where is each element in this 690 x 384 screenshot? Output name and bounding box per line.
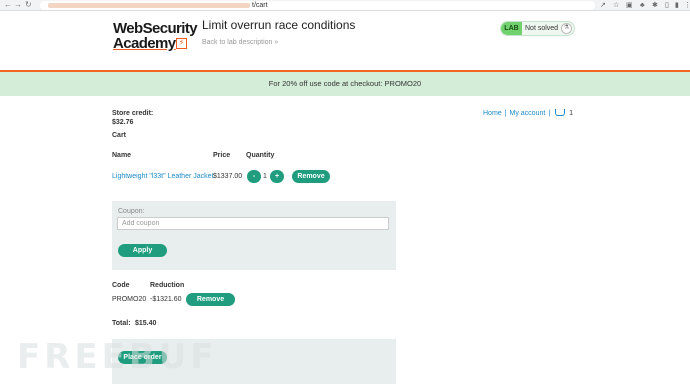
redacted-url xyxy=(48,3,250,8)
browser-toolbar: ← → ↻ t/cart ↗ ☆ ▣ ♣ ✱ ▯ ▮ ⋮ xyxy=(0,0,690,11)
promo-banner-text: For 20% off use code at checkout: PROMO2… xyxy=(268,79,422,88)
share-icon[interactable]: ↗ xyxy=(600,1,606,10)
my-account-link[interactable]: My account xyxy=(510,110,546,117)
top-navigation: Home | My account | 1 xyxy=(483,109,573,117)
decrease-quantity-button[interactable]: - xyxy=(247,170,261,183)
product-price: $1337.00 xyxy=(213,173,243,180)
cart-icon[interactable] xyxy=(555,109,566,116)
nav-separator: | xyxy=(548,110,551,117)
column-reduction: Reduction xyxy=(150,282,185,289)
lab-title: Limit overrun race conditions xyxy=(202,18,356,32)
coupon-code: PROMO20 xyxy=(112,296,147,303)
increase-quantity-button[interactable]: + xyxy=(270,170,284,183)
home-link[interactable]: Home xyxy=(483,110,502,117)
lab-tag: LAB xyxy=(501,22,522,35)
remove-item-button[interactable]: Remove xyxy=(292,170,330,183)
product-quantity: 1 xyxy=(263,173,267,180)
cart-heading: Cart xyxy=(112,132,127,139)
column-price: Price xyxy=(213,152,231,159)
extension-star-icon[interactable]: ✱ xyxy=(652,1,658,10)
puzzle-icon[interactable]: ♣ xyxy=(640,1,645,10)
coupon-input[interactable] xyxy=(117,217,389,230)
product-link[interactable]: Lightweight "l33t" Leather Jacket xyxy=(112,173,213,180)
web-security-academy-logo[interactable]: WebSecurity Academy ⚡ xyxy=(113,21,198,51)
back-arrow-icon[interactable]: ← xyxy=(4,0,12,10)
menu-dots-icon[interactable]: ⋮ xyxy=(684,1,690,10)
profile-icon[interactable]: ▮ xyxy=(675,1,679,10)
total-label: Total: xyxy=(112,320,131,327)
apply-coupon-button[interactable]: Apply xyxy=(118,244,167,257)
reduction-amount: -$1321.60 xyxy=(150,296,182,303)
coupon-label: Coupon: xyxy=(118,208,145,215)
cart-count: 1 xyxy=(569,110,574,117)
freebuf-watermark: FREEBUF xyxy=(17,337,218,377)
back-to-lab-description-link[interactable]: Back to lab description » xyxy=(202,39,278,46)
logo-bolt-icon: ⚡ xyxy=(176,38,187,49)
promo-banner: For 20% off use code at checkout: PROMO2… xyxy=(0,72,690,96)
column-name: Name xyxy=(112,152,132,159)
lab-status-badge: LAB Not solved ⚗ xyxy=(500,21,575,36)
store-credit-value: $32.76 xyxy=(112,119,134,126)
remove-coupon-button[interactable]: Remove xyxy=(186,293,235,306)
reload-icon[interactable]: ↻ xyxy=(25,0,32,10)
lab-status-text: Not solved xyxy=(525,25,559,32)
store-credit-label: Store credit: xyxy=(112,110,154,117)
url-text: t/cart xyxy=(252,2,268,9)
forward-arrow-icon[interactable]: → xyxy=(14,0,22,10)
column-quantity: Quantity xyxy=(246,152,275,159)
coupon-panel xyxy=(112,201,396,270)
flask-icon: ⚗ xyxy=(561,23,572,34)
total-value: $15.40 xyxy=(135,320,157,327)
address-bar[interactable]: t/cart xyxy=(40,1,595,10)
column-code: Code xyxy=(112,282,130,289)
logo-line1: WebSecurity xyxy=(113,20,198,37)
sidebar-icon[interactable]: ▯ xyxy=(665,1,669,10)
bookmark-star-icon[interactable]: ☆ xyxy=(613,1,619,10)
extension-icon[interactable]: ▣ xyxy=(626,1,633,10)
chevrons-right-icon: » xyxy=(274,39,279,46)
nav-separator: | xyxy=(504,110,507,117)
